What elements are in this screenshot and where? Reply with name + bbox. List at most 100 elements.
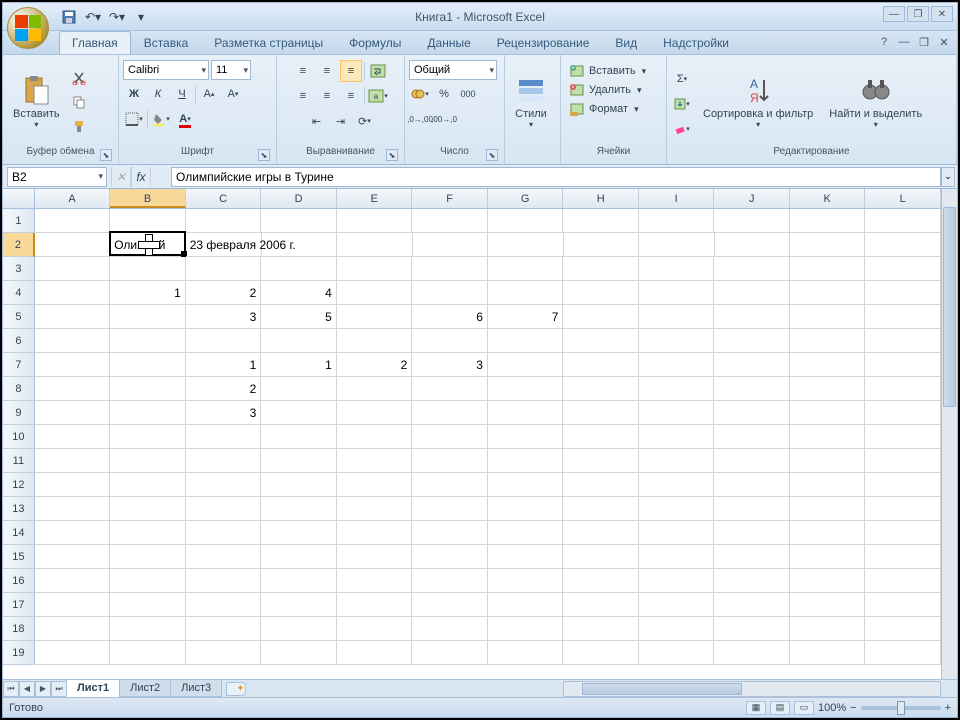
cell-B11[interactable] — [110, 449, 186, 473]
cell-F14[interactable] — [412, 521, 488, 545]
cell-K15[interactable] — [790, 545, 866, 569]
align-right-button[interactable]: ≡ — [340, 85, 362, 107]
underline-button[interactable]: Ч — [171, 83, 193, 105]
cell-K14[interactable] — [790, 521, 866, 545]
cell-G17[interactable] — [488, 593, 564, 617]
formula-input[interactable]: Олимпийские игры в Турине — [171, 167, 941, 187]
cell-D7[interactable]: 1 — [261, 353, 337, 377]
cell-C3[interactable] — [186, 257, 262, 281]
cell-A2[interactable] — [35, 233, 110, 257]
row-header-1[interactable]: 1 — [3, 209, 35, 233]
cell-C19[interactable] — [186, 641, 262, 665]
cell-B16[interactable] — [110, 569, 186, 593]
cell-C13[interactable] — [186, 497, 262, 521]
cell-H1[interactable] — [563, 209, 639, 233]
column-header-I[interactable]: I — [639, 189, 715, 208]
cell-G8[interactable] — [488, 377, 564, 401]
cell-J2[interactable] — [715, 233, 790, 257]
cancel-edit-button[interactable]: ✕ — [111, 167, 131, 187]
cell-I4[interactable] — [639, 281, 715, 305]
row-header-17[interactable]: 17 — [3, 593, 35, 617]
cell-L12[interactable] — [865, 473, 941, 497]
cell-L4[interactable] — [865, 281, 941, 305]
cell-L18[interactable] — [865, 617, 941, 641]
cell-H2[interactable] — [564, 233, 639, 257]
cell-H17[interactable] — [563, 593, 639, 617]
cell-H9[interactable] — [563, 401, 639, 425]
prev-sheet-button[interactable]: ◀ — [19, 681, 35, 697]
redo-button[interactable]: ↷▾ — [107, 7, 127, 27]
last-sheet-button[interactable]: ⏭ — [51, 681, 67, 697]
cell-A14[interactable] — [35, 521, 111, 545]
cell-B18[interactable] — [110, 617, 186, 641]
doc-close-button[interactable]: ✕ — [937, 35, 951, 49]
row-header-13[interactable]: 13 — [3, 497, 35, 521]
sheet-tab-1[interactable]: Лист2 — [119, 680, 171, 697]
cell-B15[interactable] — [110, 545, 186, 569]
cell-I5[interactable] — [639, 305, 715, 329]
row-header-15[interactable]: 15 — [3, 545, 35, 569]
cell-E10[interactable] — [337, 425, 413, 449]
format-cells-button[interactable]: Формат — [565, 101, 662, 117]
font-name-combo[interactable]: Calibri — [123, 60, 209, 80]
formula-expand-button[interactable]: ⌄ — [941, 167, 955, 187]
cell-L6[interactable] — [865, 329, 941, 353]
cell-D16[interactable] — [261, 569, 337, 593]
fill-color-button[interactable]: ▾ — [150, 108, 172, 130]
cell-J4[interactable] — [714, 281, 790, 305]
cell-H18[interactable] — [563, 617, 639, 641]
cell-E6[interactable] — [337, 329, 413, 353]
cell-D4[interactable]: 4 — [261, 281, 337, 305]
cell-J5[interactable] — [714, 305, 790, 329]
cell-L2[interactable] — [865, 233, 940, 257]
cell-C18[interactable] — [186, 617, 262, 641]
cell-C5[interactable]: 3 — [186, 305, 262, 329]
cell-E1[interactable] — [337, 209, 413, 233]
cell-I6[interactable] — [639, 329, 715, 353]
cell-H19[interactable] — [563, 641, 639, 665]
cell-H5[interactable] — [563, 305, 639, 329]
cell-G19[interactable] — [488, 641, 564, 665]
fill-button[interactable]: ▾ — [671, 93, 693, 115]
cell-K16[interactable] — [790, 569, 866, 593]
horizontal-scrollbar[interactable] — [563, 681, 941, 697]
cell-F7[interactable]: 3 — [412, 353, 488, 377]
cell-F16[interactable] — [412, 569, 488, 593]
align-middle-button[interactable]: ≡ — [316, 60, 338, 82]
column-header-F[interactable]: F — [412, 189, 488, 208]
cell-K19[interactable] — [790, 641, 866, 665]
cell-I15[interactable] — [639, 545, 715, 569]
cell-B8[interactable] — [110, 377, 186, 401]
row-header-10[interactable]: 10 — [3, 425, 35, 449]
row-header-12[interactable]: 12 — [3, 473, 35, 497]
merge-button[interactable]: a▾ — [367, 85, 389, 107]
cell-A8[interactable] — [35, 377, 111, 401]
cell-G18[interactable] — [488, 617, 564, 641]
cell-A3[interactable] — [35, 257, 111, 281]
cell-L16[interactable] — [865, 569, 941, 593]
row-header-3[interactable]: 3 — [3, 257, 35, 281]
row-header-8[interactable]: 8 — [3, 377, 35, 401]
zoom-level[interactable]: 100% — [818, 702, 846, 714]
cell-G3[interactable] — [488, 257, 564, 281]
cell-F2[interactable] — [413, 233, 488, 257]
cell-I16[interactable] — [639, 569, 715, 593]
cell-K12[interactable] — [790, 473, 866, 497]
cell-G10[interactable] — [488, 425, 564, 449]
cell-F3[interactable] — [412, 257, 488, 281]
wrap-text-button[interactable] — [367, 60, 389, 82]
next-sheet-button[interactable]: ▶ — [35, 681, 51, 697]
cell-J15[interactable] — [714, 545, 790, 569]
zoom-slider[interactable] — [861, 706, 941, 710]
cell-H3[interactable] — [563, 257, 639, 281]
column-header-H[interactable]: H — [563, 189, 639, 208]
italic-button[interactable]: К — [147, 83, 169, 105]
font-launcher[interactable]: ⬊ — [258, 149, 270, 161]
column-header-L[interactable]: L — [865, 189, 941, 208]
cell-H12[interactable] — [563, 473, 639, 497]
cell-L3[interactable] — [865, 257, 941, 281]
align-left-button[interactable]: ≡ — [292, 85, 314, 107]
cell-B17[interactable] — [110, 593, 186, 617]
cell-K8[interactable] — [790, 377, 866, 401]
align-launcher[interactable]: ⬊ — [386, 149, 398, 161]
